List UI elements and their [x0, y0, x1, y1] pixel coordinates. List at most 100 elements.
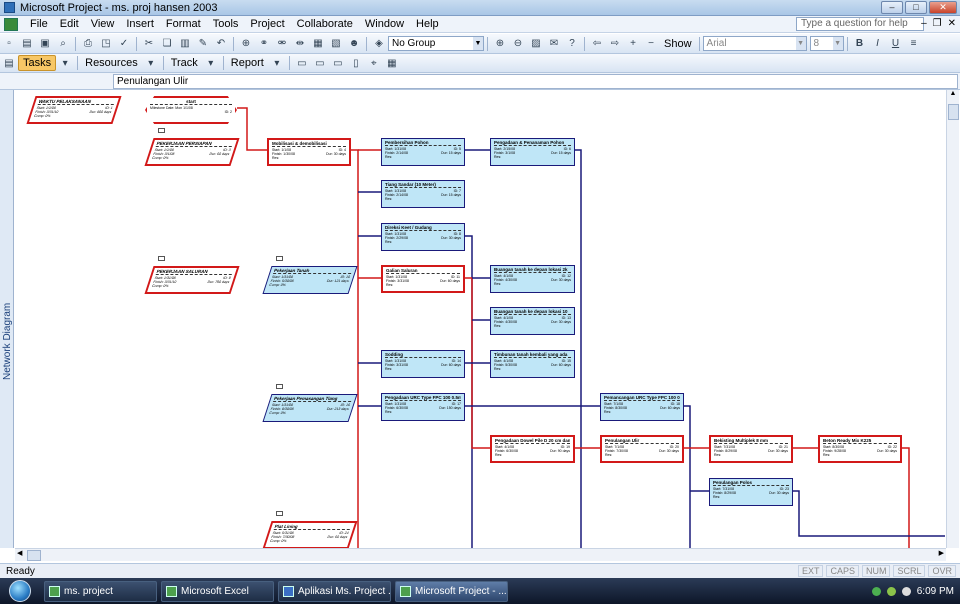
show-dropdown[interactable]: Show [660, 38, 696, 50]
task-node[interactable]: Buangan tanah ke depan lokasi 10 Start: … [490, 307, 575, 335]
vertical-scrollbar[interactable]: ▲ [946, 90, 959, 548]
menu-view[interactable]: View [85, 18, 121, 30]
expand-icon[interactable] [158, 256, 165, 261]
document-icon[interactable] [4, 17, 18, 31]
task-node[interactable]: Galian Saluran Start: 1/31/08 ID: 11 Fini… [381, 265, 465, 293]
shield-icon[interactable] [886, 586, 896, 596]
hyperlink-icon[interactable]: ⊕ [238, 36, 254, 51]
spelling-icon[interactable]: ✓ [116, 36, 132, 51]
link-tasks-icon[interactable]: ⚭ [256, 36, 272, 51]
doc-close-icon[interactable]: ✕ [948, 18, 956, 29]
scroll-left-icon[interactable]: ◀ [17, 549, 22, 557]
summary-node[interactable]: PEKERJAAN SALURAN Start: 1/31/08 ID: 9 Fi… [144, 266, 240, 294]
entry-field[interactable]: Penulangan Ulir [113, 74, 958, 89]
resources-button[interactable]: Resources [81, 57, 142, 69]
taskbar-item[interactable]: ms. project [44, 580, 157, 602]
assign-resources-icon[interactable]: ☻ [346, 36, 362, 51]
publish-icon[interactable]: ◈ [371, 36, 387, 51]
taskbar-item[interactable]: Aplikasi Ms. Project ... [278, 580, 391, 602]
chevron-down-icon[interactable]: ▾ [269, 56, 285, 71]
zoom-out-icon[interactable]: ⊖ [510, 36, 526, 51]
scroll-thumb[interactable] [27, 550, 41, 561]
close-button[interactable]: ✕ [929, 1, 957, 14]
doc-restore-icon[interactable]: ❐ [933, 18, 942, 29]
horizontal-scrollbar[interactable]: ◀ ▶ [15, 548, 946, 561]
clock[interactable]: 6:09 PM [917, 586, 954, 597]
box-styles-icon[interactable]: ▭ [312, 56, 328, 71]
arrow-right-icon[interactable]: ⇨ [607, 36, 623, 51]
chevron-down-icon[interactable]: ▼ [832, 37, 843, 50]
taskbar-item[interactable]: Microsoft Project - ... [395, 580, 508, 602]
font-size-select[interactable]: 8 ▼ [809, 36, 844, 51]
tasks-button[interactable]: Tasks [18, 55, 57, 71]
save-icon[interactable]: ▣ [37, 36, 53, 51]
report-button[interactable]: Report [227, 57, 268, 69]
task-node[interactable]: Penulangan Ulir Start: 7/1/08 ID: 20 Fini… [600, 435, 684, 463]
task-node[interactable]: Penulangan Polos Start: 7/31/08 ID: 23 Fi… [709, 478, 793, 506]
copy-picture-icon[interactable]: ▨ [528, 36, 544, 51]
arrow-left-icon[interactable]: ⇦ [589, 36, 605, 51]
task-node[interactable]: Mobilisasi & demobilisasi Start: 1/1/08 I… [267, 138, 351, 166]
milestone-node[interactable]: start Milestone Date: Mon 1/1/08 ID: 2 [145, 96, 237, 124]
menu-window[interactable]: Window [359, 18, 410, 30]
maximize-button[interactable]: □ [905, 1, 927, 14]
chevron-down-icon[interactable]: ▾ [57, 56, 73, 71]
guide-toggle-icon[interactable]: ▤ [1, 56, 17, 71]
track-button[interactable]: Track [167, 57, 202, 69]
expand-icon[interactable] [158, 128, 165, 133]
split-task-icon[interactable]: ⇹ [292, 36, 308, 51]
menu-edit[interactable]: Edit [54, 18, 85, 30]
show-summary-icon[interactable]: ▭ [330, 56, 346, 71]
menu-help[interactable]: Help [410, 18, 445, 30]
menu-project[interactable]: Project [244, 18, 290, 30]
chevron-down-icon[interactable]: ▾ [143, 56, 159, 71]
task-node[interactable]: Timbunan tanah kembali yang ada Start: 4… [490, 350, 575, 378]
summary-node[interactable]: Pekerjaan Tanah Start: 1/31/08 ID: 10 Fin… [262, 266, 358, 294]
print-icon[interactable]: ⎙ [80, 36, 96, 51]
scroll-right-icon[interactable]: ▶ [939, 549, 944, 557]
undo-icon[interactable]: ↶ [213, 36, 229, 51]
print-preview-icon[interactable]: ◳ [98, 36, 114, 51]
help-icon[interactable]: ? [564, 36, 580, 51]
doc-minimize-icon[interactable]: – [921, 18, 927, 29]
help-search-input[interactable]: Type a question for help [796, 17, 924, 31]
task-node[interactable]: Direksi Keet / Gudang Start: 1/31/08 ID: … [381, 223, 465, 251]
menu-collaborate[interactable]: Collaborate [291, 18, 359, 30]
task-info-icon[interactable]: ▦ [310, 36, 326, 51]
start-button[interactable] [0, 578, 40, 604]
task-node[interactable]: Pengadaan Dowel Pile D 20 cm dan Start: … [490, 435, 575, 463]
copy-icon[interactable]: ❏ [159, 36, 175, 51]
taskbar-item[interactable]: Microsoft Excel [161, 580, 274, 602]
layout-icon[interactable]: ▭ [294, 56, 310, 71]
paste-icon[interactable]: ▥ [177, 36, 193, 51]
menu-file[interactable]: File [24, 18, 54, 30]
network-icon[interactable] [871, 586, 881, 596]
task-node[interactable]: Pengadaan URC Type FPC 100 0.5m Start: 1… [381, 393, 465, 421]
show-progress-icon[interactable]: ▯ [348, 56, 364, 71]
minus-icon[interactable]: − [643, 36, 659, 51]
scroll-up-icon[interactable]: ▲ [947, 90, 959, 97]
search-file-icon[interactable]: ⌕ [55, 36, 71, 51]
network-diagram-canvas[interactable]: WAKTU PELAKSANAAN Start: 1/1/08 ID: 1 Fin… [15, 90, 945, 548]
expand-icon[interactable] [276, 256, 283, 261]
chevron-down-icon[interactable]: ▼ [473, 37, 483, 50]
summary-node[interactable]: WAKTU PELAKSANAAN Start: 1/1/08 ID: 1 Fin… [26, 96, 122, 124]
summary-node[interactable]: PEKERJAAN PERSIAPAN Start: 1/1/08 ID: 3 F… [144, 138, 240, 166]
expand-icon[interactable] [276, 384, 283, 389]
task-node[interactable]: Pemancangan URC Type FPC 100 0. Start: 7… [600, 393, 684, 421]
plus-icon[interactable]: + [625, 36, 641, 51]
menu-insert[interactable]: Insert [120, 18, 160, 30]
task-node[interactable]: Pengadaan & Penanaman Pohon Start: 2/15/… [490, 138, 575, 166]
new-icon[interactable]: ▫ [1, 36, 17, 51]
minimize-button[interactable]: – [881, 1, 903, 14]
italic-icon[interactable]: I [870, 36, 886, 51]
format-painter-icon[interactable]: ✎ [195, 36, 211, 51]
expand-icon[interactable] [276, 511, 283, 516]
cut-icon[interactable]: ✂ [141, 36, 157, 51]
task-node[interactable]: Pembersihan Pohon Start: 1/31/08 ID: 5 Fi… [381, 138, 465, 166]
menu-tools[interactable]: Tools [207, 18, 245, 30]
task-node[interactable]: Bekisting Multiplek 8 mm Start: 7/31/08 I… [709, 435, 793, 463]
open-icon[interactable]: ▤ [19, 36, 35, 51]
scroll-thumb[interactable] [948, 104, 959, 120]
bold-icon[interactable]: B [852, 36, 868, 51]
